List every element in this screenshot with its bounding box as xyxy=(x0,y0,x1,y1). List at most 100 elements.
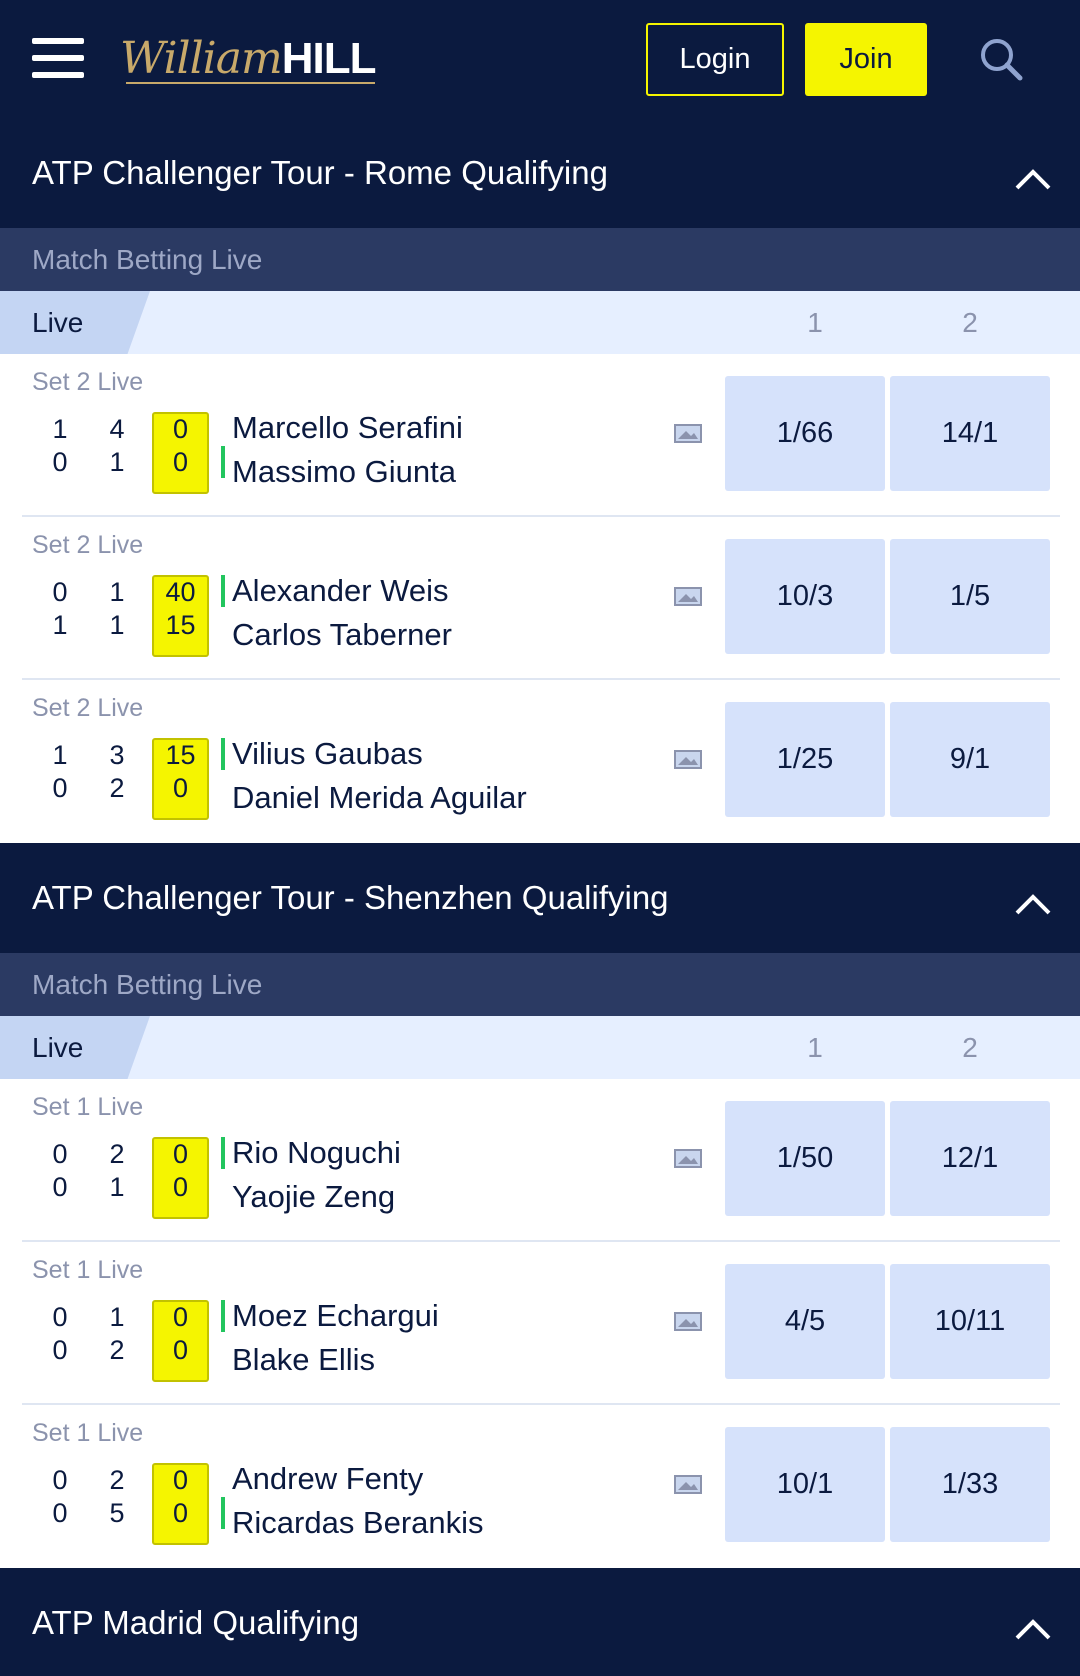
player-name: Blake Ellis xyxy=(232,1342,375,1377)
set-score: 0 xyxy=(52,1498,68,1528)
search-icon[interactable] xyxy=(978,36,1024,82)
match-row[interactable]: Set 2 Live 0 1 1 1 40 15 Alexander Weis Carlos T… xyxy=(0,517,1080,680)
player-name: Marcello Serafini xyxy=(232,410,463,445)
set-score: 1 xyxy=(52,610,68,640)
live-column-header: Live 1 2 xyxy=(0,291,1080,354)
set-score: 2 xyxy=(109,1139,125,1169)
point-score: 0 xyxy=(172,773,189,803)
set-status: Set 2 Live xyxy=(32,368,144,396)
point-score: 15 xyxy=(165,610,196,640)
tv-stream-icon xyxy=(674,1148,702,1170)
set-score: 5 xyxy=(109,1498,125,1528)
point-score: 0 xyxy=(172,1172,189,1202)
point-score: 40 xyxy=(165,577,196,607)
point-score: 0 xyxy=(172,447,189,477)
serve-indicator xyxy=(221,1137,225,1169)
odds-button-1[interactable]: 1/50 xyxy=(725,1101,885,1216)
live-column-header: Live 1 2 xyxy=(0,1016,1080,1079)
set-status: Set 2 Live xyxy=(32,694,144,722)
tv-stream-icon xyxy=(674,423,702,445)
point-score: 0 xyxy=(172,1498,189,1528)
set-score: 0 xyxy=(52,1139,68,1169)
point-score: 15 xyxy=(165,740,196,770)
odds-button-1[interactable]: 4/5 xyxy=(725,1264,885,1379)
player-name: Daniel Merida Aguilar xyxy=(232,780,527,815)
set-score: 3 xyxy=(109,740,125,770)
odds-button-2[interactable]: 10/11 xyxy=(890,1264,1050,1379)
serve-indicator xyxy=(221,446,225,478)
menu-icon[interactable] xyxy=(32,38,84,78)
logo-bold-text: HILL xyxy=(281,34,377,83)
login-button[interactable]: Login xyxy=(646,23,784,96)
competition-header[interactable]: ATP Madrid Qualifying xyxy=(0,1568,1080,1676)
point-score: 0 xyxy=(172,1139,189,1169)
market-title: Match Betting Live xyxy=(0,228,1080,291)
serve-indicator xyxy=(221,1300,225,1332)
set-score: 0 xyxy=(52,1465,68,1495)
logo-underline xyxy=(126,82,376,84)
market-title: Match Betting Live xyxy=(0,953,1080,1016)
set-score: 0 xyxy=(52,773,68,803)
player-name: Massimo Giunta xyxy=(232,454,456,489)
point-score: 0 xyxy=(172,1302,189,1332)
chevron-up-icon[interactable] xyxy=(1014,161,1052,190)
match-row[interactable]: Set 1 Live 0 2 0 5 0 0 Andrew Fenty Ricardas Ber… xyxy=(0,1405,1080,1568)
odds-button-2[interactable]: 1/33 xyxy=(890,1427,1050,1542)
set-status: Set 1 Live xyxy=(32,1093,144,1121)
set-score: 2 xyxy=(109,1465,125,1495)
match-row[interactable]: Set 2 Live 1 4 0 1 0 0 Marcello Serafini Massimo… xyxy=(0,354,1080,517)
match-row[interactable]: Set 2 Live 1 3 0 2 15 0 Vilius Gaubas Daniel Mer… xyxy=(0,680,1080,843)
set-score: 1 xyxy=(52,740,68,770)
player-name: Rio Noguchi xyxy=(232,1135,401,1170)
competition-title: ATP Challenger Tour - Shenzhen Qualifyin… xyxy=(32,879,669,916)
set-score: 2 xyxy=(109,1335,125,1365)
odds-button-2[interactable]: 1/5 xyxy=(890,539,1050,654)
player-name: Andrew Fenty xyxy=(232,1461,424,1496)
column-label-2: 2 xyxy=(962,307,978,338)
player-name: Ricardas Berankis xyxy=(232,1505,484,1540)
set-score: 2 xyxy=(109,773,125,803)
odds-button-2[interactable]: 9/1 xyxy=(890,702,1050,817)
set-score: 0 xyxy=(52,1172,68,1202)
player-name: Alexander Weis xyxy=(232,573,449,608)
player-name: Yaojie Zeng xyxy=(232,1179,396,1214)
competitions-list: ATP Challenger Tour - Rome Qualifying Mat… xyxy=(0,118,1080,1676)
odds-button-2[interactable]: 14/1 xyxy=(890,376,1050,491)
competition-header[interactable]: ATP Challenger Tour - Shenzhen Qualifyin… xyxy=(0,843,1080,953)
set-status: Set 1 Live xyxy=(32,1419,144,1447)
player-name: Moez Echargui xyxy=(232,1298,439,1333)
column-label-2: 2 xyxy=(962,1032,978,1063)
brand-logo[interactable]: William HILL xyxy=(120,30,377,88)
odds-button-1[interactable]: 10/3 xyxy=(725,539,885,654)
chevron-up-icon[interactable] xyxy=(1014,886,1052,915)
match-row[interactable]: Set 1 Live 0 1 0 2 0 0 Moez Echargui Blake Ellis… xyxy=(0,1242,1080,1405)
serve-indicator xyxy=(221,738,225,770)
set-score: 0 xyxy=(52,577,68,607)
odds-button-1[interactable]: 10/1 xyxy=(725,1427,885,1542)
odds-button-1[interactable]: 1/25 xyxy=(725,702,885,817)
odds-button-2[interactable]: 12/1 xyxy=(890,1101,1050,1216)
match-row[interactable]: Set 1 Live 0 2 0 1 0 0 Rio Noguchi Yaojie Zeng 1/… xyxy=(0,1079,1080,1242)
set-score: 1 xyxy=(109,610,125,640)
set-status: Set 2 Live xyxy=(32,531,144,559)
competition-title: ATP Madrid Qualifying xyxy=(32,1604,360,1641)
tv-stream-icon xyxy=(674,749,702,771)
live-label: Live xyxy=(32,1032,84,1063)
player-name: Carlos Taberner xyxy=(232,617,452,652)
serve-indicator xyxy=(221,575,225,607)
competition-header[interactable]: ATP Challenger Tour - Rome Qualifying xyxy=(0,118,1080,228)
point-score: 0 xyxy=(172,1335,189,1365)
set-score: 1 xyxy=(109,447,125,477)
tv-stream-icon xyxy=(674,586,702,608)
top-bar: William HILL Login Join xyxy=(0,0,1080,118)
point-score: 0 xyxy=(172,414,189,444)
set-score: 1 xyxy=(109,1302,125,1332)
odds-button-1[interactable]: 1/66 xyxy=(725,376,885,491)
competition-title: ATP Challenger Tour - Rome Qualifying xyxy=(32,154,608,191)
set-score: 1 xyxy=(52,414,68,444)
live-label: Live xyxy=(32,307,84,338)
chevron-up-icon[interactable] xyxy=(1014,1611,1052,1640)
join-button[interactable]: Join xyxy=(805,23,927,96)
set-score: 0 xyxy=(52,1335,68,1365)
set-score: 0 xyxy=(52,447,68,477)
